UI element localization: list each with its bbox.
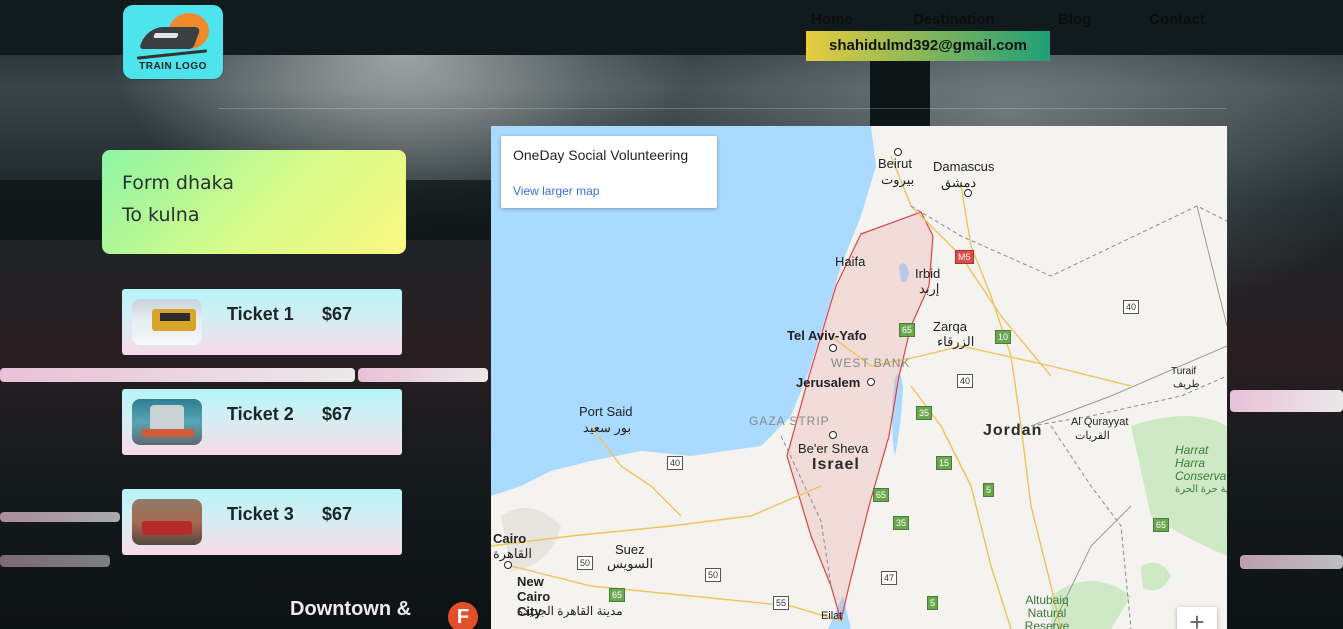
map-label: دمشق xyxy=(941,175,977,190)
map-label: Israel xyxy=(812,456,860,473)
map-label: طريف xyxy=(1173,379,1200,390)
road-shield: 10 xyxy=(995,330,1012,344)
map-label: Damascus xyxy=(933,159,995,174)
map-label: مدينة القاهرة الجديدة xyxy=(517,604,623,618)
train-thumbnail xyxy=(132,499,202,545)
map-embed[interactable]: OneDay Social Volunteering View larger m… xyxy=(491,126,1227,629)
road-shield: 65 xyxy=(1153,518,1170,532)
map-label: Suez xyxy=(615,542,645,557)
map-label: Altubaiq Natural Reserve xyxy=(1024,593,1070,629)
ticket-name: Ticket 2 xyxy=(227,404,294,424)
road-shield: 50 xyxy=(705,568,722,582)
map-label: Jordan xyxy=(983,422,1043,439)
road-shield: 40 xyxy=(957,374,974,388)
city-marker xyxy=(829,344,837,352)
train-icon xyxy=(138,27,202,49)
map-label: السويس xyxy=(607,556,654,571)
ticket-name: Ticket 3 xyxy=(227,504,294,524)
map-label: Cairo xyxy=(493,531,527,546)
zoom-in-button[interactable]: + xyxy=(1177,607,1217,629)
road-shield: 65 xyxy=(609,588,626,602)
map-label: الزرقاء xyxy=(937,334,975,349)
route-from: Form dhaka xyxy=(122,172,234,194)
train-thumbnail xyxy=(132,299,202,345)
train-logo[interactable]: TRAIN LOGO xyxy=(123,5,223,79)
map-label: WEST BANK xyxy=(831,356,911,370)
city-marker xyxy=(894,148,902,156)
map-label: Irbid xyxy=(915,266,941,281)
road-shield: 35 xyxy=(893,516,910,530)
user-email-badge[interactable]: shahidulmd392@gmail.com xyxy=(806,31,1050,61)
ticket-card-1[interactable]: Ticket 1 $67 xyxy=(122,289,402,355)
road-shield: 5 xyxy=(927,596,939,610)
city-marker xyxy=(964,189,972,197)
road-shield: 40 xyxy=(667,456,684,470)
road-shield: 47 xyxy=(881,571,898,585)
map-label: بيروت xyxy=(881,172,915,187)
city-marker xyxy=(867,378,875,386)
train-thumbnail xyxy=(132,399,202,445)
nav-destination[interactable]: Destination xyxy=(913,11,995,28)
map-label: Eilat xyxy=(821,610,843,622)
ticket-card-3[interactable]: Ticket 3 $67 xyxy=(122,489,402,555)
road-shield: 55 xyxy=(773,596,790,610)
map-label: Turaif xyxy=(1171,366,1197,377)
nav-blog[interactable]: Blog xyxy=(1058,11,1091,28)
view-larger-map-link[interactable]: View larger map xyxy=(513,184,599,198)
city-marker xyxy=(829,431,837,439)
map-place-title: OneDay Social Volunteering xyxy=(513,147,689,163)
ticket-price: $67 xyxy=(322,304,353,324)
map-label: Beirut xyxy=(878,156,912,171)
header-divider xyxy=(218,108,1226,109)
ticket-name: Ticket 1 xyxy=(227,304,294,324)
road-shield: 40 xyxy=(1123,300,1140,314)
ticket-price: $67 xyxy=(322,404,353,424)
map-label: Port Said xyxy=(579,404,633,419)
map-label: Al Qurayyat xyxy=(1071,416,1129,428)
route-card: Form dhaka To kulna xyxy=(102,150,406,254)
ticket-price: $67 xyxy=(322,504,353,524)
map-label: بور سعيد xyxy=(583,420,632,435)
map-label: إربد xyxy=(919,281,940,296)
background-sign-text: Downtown & xyxy=(290,598,412,620)
ticket-card-2[interactable]: Ticket 2 $67 xyxy=(122,389,402,455)
map-label: Be'er Sheva xyxy=(798,441,869,456)
route-to: To kulna xyxy=(122,204,200,226)
map-label: Haifa xyxy=(835,254,866,269)
road-shield: 15 xyxy=(936,456,953,470)
map-label: Harrat Harra Conserva xyxy=(1175,443,1227,483)
road-shield: 65 xyxy=(899,323,916,337)
map-label: GAZA STRIP xyxy=(749,414,830,428)
nav-contact[interactable]: Contact xyxy=(1149,11,1205,28)
nav-home[interactable]: Home xyxy=(811,11,853,28)
map-label: محمية حرة الحرة xyxy=(1175,484,1227,495)
map-label: Tel Aviv-Yafo xyxy=(787,328,867,343)
road-shield: M5 xyxy=(955,250,974,264)
background-sign-letter: F xyxy=(448,602,478,629)
map-info-box: OneDay Social Volunteering View larger m… xyxy=(501,136,717,208)
map-label: Zarqa xyxy=(933,319,967,334)
map-label: القريات xyxy=(1075,430,1110,442)
road-shield: 65 xyxy=(873,488,890,502)
city-marker xyxy=(504,561,512,569)
road-shield: 5 xyxy=(983,483,995,497)
logo-text: TRAIN LOGO xyxy=(139,61,207,72)
map-label: القاهرة xyxy=(493,546,532,561)
rail-icon xyxy=(137,49,207,60)
road-shield: 35 xyxy=(916,406,933,420)
map-label: Jerusalem xyxy=(796,375,861,390)
road-shield: 50 xyxy=(577,556,594,570)
